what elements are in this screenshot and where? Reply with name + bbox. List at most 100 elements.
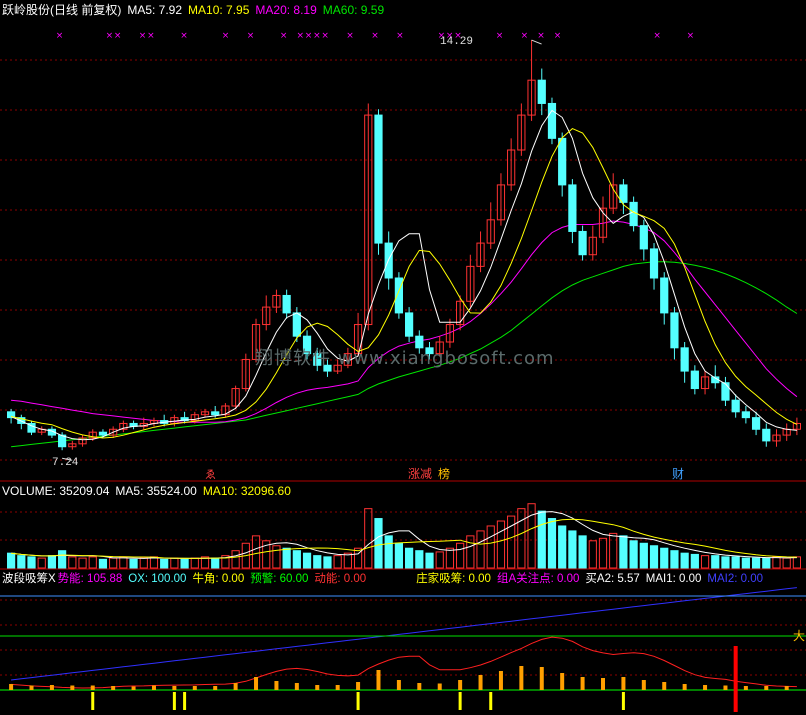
volume-ma5: MA5: 35524.00	[115, 484, 197, 498]
indicator-orange-bar	[478, 675, 483, 690]
volume-bar	[466, 535, 475, 569]
candle-body	[578, 230, 587, 256]
volume-bar	[721, 556, 730, 569]
indicator-orange-bar	[9, 684, 14, 690]
indicator-orange-bar	[723, 685, 728, 690]
volume-bar	[47, 555, 57, 569]
volume-bar	[578, 535, 587, 569]
candle-body	[558, 137, 567, 186]
volume-bar	[741, 557, 750, 569]
candle-body	[751, 417, 761, 430]
volume-ma10: MA10: 32096.60	[202, 484, 291, 498]
signal-marker: ×	[371, 31, 379, 41]
buy-signal-bar	[172, 692, 176, 710]
volume-bar	[476, 530, 485, 569]
indicator-blue-trend	[11, 587, 797, 681]
indicator-orange-bar	[396, 680, 401, 690]
ma10-value: MA10: 7.95	[188, 3, 250, 17]
volume-bar	[690, 553, 699, 569]
candle-body	[670, 312, 679, 349]
price-header: 跃岭股份(日线 前复权) MA5: 7.92 MA10: 7.95 MA20: 8.1…	[2, 2, 390, 18]
volume-bar	[180, 558, 189, 569]
indicator-orange-bar	[111, 686, 116, 690]
volume-bar	[537, 510, 546, 569]
indicator-orange-bar	[192, 686, 197, 690]
indicator-orange-bar	[560, 673, 565, 690]
volume-bar	[639, 542, 648, 569]
signal-marker: ×	[496, 31, 504, 41]
ma5-value: MA5: 7.92	[127, 3, 183, 17]
indicator-orange-bar	[356, 682, 361, 690]
volume-bar	[333, 555, 342, 569]
shineng-value: 势能: 105.88	[57, 573, 123, 585]
indicator-orange-bar	[703, 685, 708, 690]
indicator-orange-bar	[641, 680, 646, 690]
indicator-orange-bar	[764, 686, 769, 690]
zua-value: 组A关注点: 0.00	[496, 573, 580, 585]
indicator-orange-bar	[294, 683, 299, 690]
yujing-value: 预警: 60.00	[250, 573, 309, 585]
candle-body	[292, 312, 301, 337]
ma20-series	[11, 220, 798, 423]
volume-bar	[27, 556, 36, 569]
volume-bar	[598, 537, 608, 569]
volume-bar	[405, 547, 414, 569]
signal-marker: ×	[687, 31, 695, 41]
signal-marker: ×	[321, 31, 329, 41]
volume-bar	[496, 520, 506, 569]
candle-body	[741, 411, 750, 419]
candle-body	[762, 428, 771, 442]
candle-body	[282, 294, 291, 314]
volume-bar	[527, 503, 536, 569]
volume-bar	[68, 556, 77, 569]
volume-bar	[445, 547, 455, 569]
volume-bar	[731, 556, 740, 569]
indicator-orange-bar	[743, 686, 748, 690]
ma20-line	[11, 220, 798, 423]
signal-marker: ×	[313, 31, 321, 41]
volume-bar	[751, 557, 761, 569]
candle-body	[731, 399, 740, 413]
volume-bar	[160, 558, 169, 569]
volume-bar	[88, 556, 97, 569]
signal-markers: × × × × × × × × × × × × × × × × × × × × × × × × ×	[56, 31, 695, 461]
signal-marker: ×	[537, 31, 545, 41]
volume-bar	[119, 556, 128, 569]
volume-bar	[58, 550, 67, 569]
indicator-orange-bar	[131, 686, 136, 690]
volume-bar	[609, 532, 618, 569]
volume-bar	[109, 557, 118, 569]
volume-bar	[792, 556, 801, 569]
indicator-orange-bar	[682, 684, 687, 690]
indicator-orange-bar	[621, 677, 626, 690]
candle-body	[547, 102, 557, 139]
indicator-orange-bar	[274, 681, 279, 690]
volume-ma10-line	[11, 518, 797, 559]
volume-bar	[660, 547, 669, 569]
signal-marker: ×	[396, 31, 404, 41]
signal-marker: ×	[247, 31, 255, 41]
ma5-line	[10, 109, 797, 441]
signal-marker: ×	[521, 31, 529, 41]
indicator-orange-bar	[315, 685, 320, 690]
volume-bar	[170, 557, 179, 569]
candle-body	[394, 277, 403, 314]
signal-marker: ×	[56, 31, 64, 41]
low-price-label: 7.24	[52, 457, 79, 469]
candle-body	[649, 248, 659, 279]
volume-bar	[568, 530, 577, 569]
volume-ma5-line	[11, 511, 797, 559]
signal-marker: ×	[180, 31, 188, 41]
candle-body	[639, 225, 648, 250]
signal-marker: ×	[222, 31, 230, 41]
volume-bar	[517, 508, 526, 569]
candle-body	[405, 312, 414, 337]
volume-bar	[486, 525, 495, 569]
buy-signal-bar	[356, 692, 360, 710]
candle-body	[680, 347, 689, 372]
volume-bar	[190, 557, 199, 569]
candle-body	[690, 370, 699, 390]
maia2-value: 买A2: 5.57	[585, 573, 640, 585]
watermark: 翔博软件 www.xiangbosoft.com	[255, 348, 555, 369]
volume-bar	[374, 518, 383, 569]
